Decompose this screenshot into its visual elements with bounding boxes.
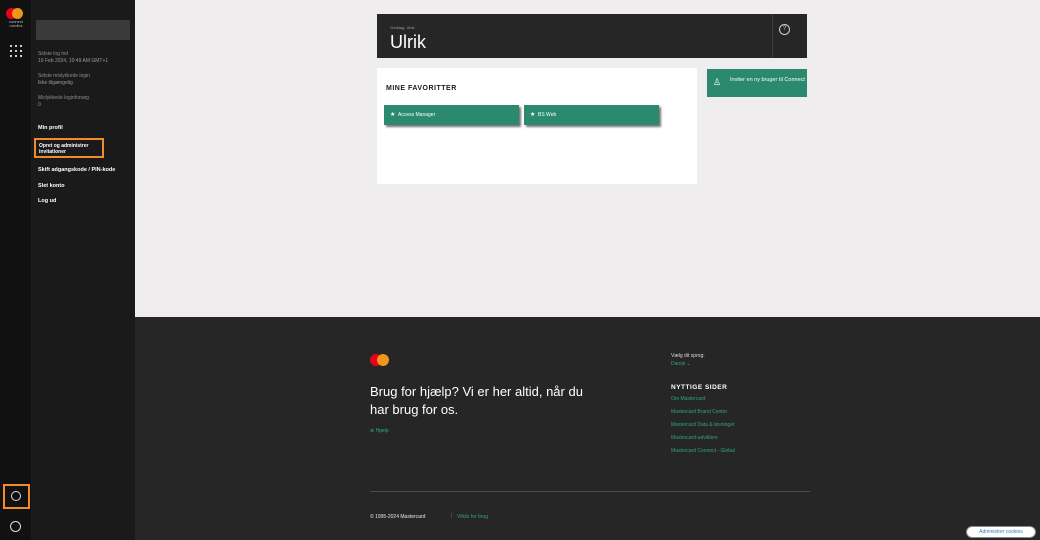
- favorite-bs-web[interactable]: ★ BS Web: [524, 105, 659, 125]
- star-icon: ★: [390, 112, 396, 118]
- profile-button[interactable]: [3, 484, 30, 509]
- menu-my-profile[interactable]: Min profil: [38, 125, 63, 131]
- language-label: Vælg dit sprog:: [671, 353, 705, 359]
- useful-pages-title: NYTTIGE SIDER: [671, 384, 728, 391]
- terms-link[interactable]: Vilkår for brug: [457, 514, 488, 520]
- useful-link[interactable]: Mastercard Brand Center: [671, 409, 727, 415]
- footer: Brug for hjælp? Vi er her altid, når du …: [135, 317, 1040, 540]
- failed-login-value: Ikke tilgængelig: [38, 80, 73, 86]
- page-title: Ulrik: [390, 32, 426, 52]
- help-icon[interactable]: ?: [779, 24, 790, 35]
- failed-attempts-info: Mislykkede loginforsøg 0: [38, 95, 89, 109]
- failed-attempts-label: Mislykkede loginforsøg: [38, 95, 89, 101]
- star-icon: ★: [530, 112, 536, 118]
- failed-login-label: Sidste mislykkede login: [38, 73, 90, 79]
- copyright: © 1995-2024 Mastercard: [370, 514, 426, 520]
- mastercard-logo: [370, 354, 390, 366]
- profile-sidebar: Sidste log ind 19 Feb 2024, 10:49 AM GMT…: [31, 0, 135, 540]
- user-circle-icon: [11, 491, 21, 501]
- favorite-label: BS Web: [538, 112, 557, 118]
- globe-icon[interactable]: [10, 521, 21, 532]
- user-name-box: [36, 20, 130, 40]
- help-link[interactable]: ⊕ Hjælp: [370, 428, 389, 434]
- invite-user-label: Inviter en ny bruger til Connect: [730, 77, 805, 83]
- useful-link[interactable]: Mastercard Connect - Global: [671, 448, 735, 454]
- last-login-value: 19 Feb 2024, 10:49 AM GMT+1: [38, 58, 109, 64]
- apps-grid-icon[interactable]: [10, 45, 22, 57]
- mastercard-connect-logo[interactable]: connect nordics: [5, 8, 27, 32]
- manage-cookies-button[interactable]: Administrer cookies: [966, 526, 1036, 538]
- menu-change-password[interactable]: Skift adgangskode / PIN-kode: [38, 167, 115, 173]
- menu-invitations[interactable]: Opret og administrer invitationer: [39, 143, 101, 155]
- help-link-label[interactable]: Hjælp: [376, 428, 389, 434]
- add-user-icon: ♙: [713, 77, 722, 87]
- last-login-label: Sidste log ind: [38, 51, 69, 57]
- last-login-info: Sidste log ind 19 Feb 2024, 10:49 AM GMT…: [38, 51, 108, 65]
- failed-attempts-value: 0: [38, 102, 41, 108]
- footer-divider: [370, 491, 810, 492]
- welcome-subtitle: Goddag, Ulrik: [390, 25, 415, 30]
- useful-link[interactable]: Om Mastercard: [671, 396, 705, 402]
- footer-separator: |: [451, 513, 453, 519]
- menu-delete-account[interactable]: Slet konto: [38, 183, 65, 189]
- favorites-title: MINE FAVORITTER: [386, 85, 457, 92]
- favorites-card: MINE FAVORITTER ★ Access Manager ★ BS We…: [377, 68, 697, 184]
- menu-log-out[interactable]: Log ud: [38, 198, 56, 204]
- favorite-access-manager[interactable]: ★ Access Manager: [384, 105, 519, 125]
- welcome-header: Goddag, Ulrik Ulrik ?: [377, 14, 807, 58]
- language-select[interactable]: Dansk ⌄: [671, 361, 691, 367]
- icon-rail: connect nordics: [0, 0, 31, 540]
- useful-link[interactable]: Mastercard Data & løsninger: [671, 422, 735, 428]
- menu-invitations-highlight[interactable]: Opret og administrer invitationer: [34, 138, 104, 158]
- invite-user-button[interactable]: ♙ Inviter en ny bruger til Connect: [707, 69, 807, 97]
- logo-text: connect nordics: [8, 19, 23, 28]
- header-divider: [772, 14, 773, 58]
- useful-link[interactable]: Mastercard-udviklere: [671, 435, 718, 441]
- failed-login-info: Sidste mislykkede login Ikke tilgængelig: [38, 73, 90, 87]
- help-text: Brug for hjælp? Vi er her altid, når du …: [370, 384, 583, 417]
- favorite-label: Access Manager: [398, 112, 436, 118]
